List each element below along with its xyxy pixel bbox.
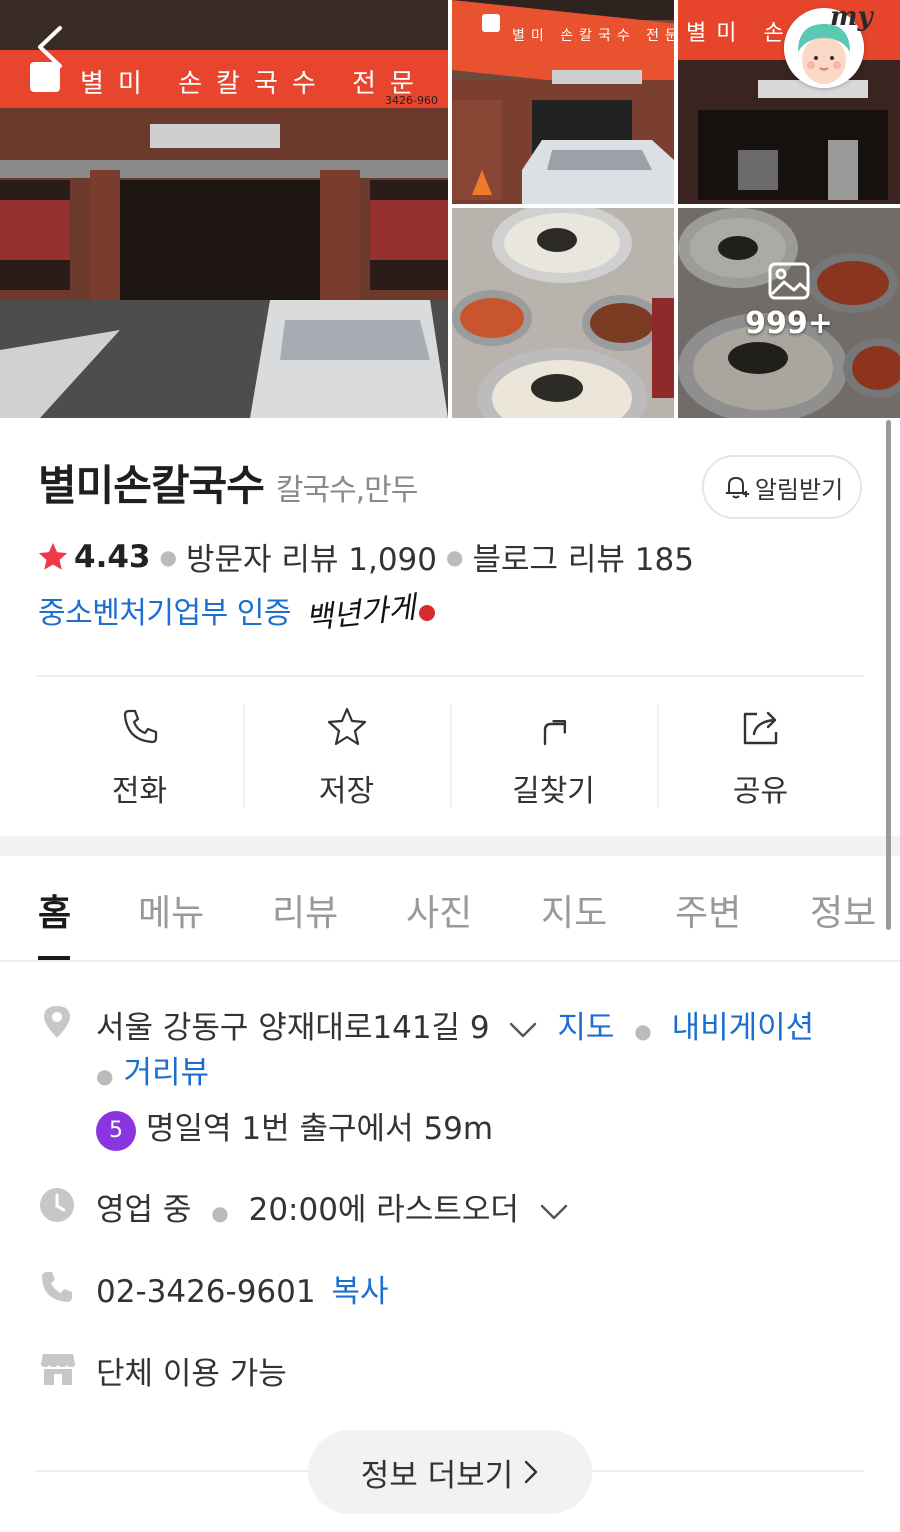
svg-text:별미 손칼국수 전문: 별미 손칼국수 전문 <box>512 28 674 44</box>
more-info-label: 정보 더보기 <box>360 1457 514 1494</box>
more-info-button[interactable]: 정보 더보기 <box>308 1430 592 1514</box>
address-text[interactable]: 서울 강동구 양재대로141길 9 <box>96 1010 490 1046</box>
call-label: 전화 <box>111 774 168 809</box>
store-icon <box>41 1354 75 1385</box>
tab-info[interactable]: 정보 <box>810 884 876 936</box>
section-gap <box>0 836 900 856</box>
group-use-text: 단체 이용 가능 <box>96 1356 287 1392</box>
save-button[interactable]: 저장 <box>243 700 450 810</box>
bell-plus-icon <box>725 476 749 499</box>
tab-bar: 홈 메뉴 리뷰 사진 지도 주변 정보 <box>0 856 900 962</box>
chevron-right-icon <box>525 1460 538 1484</box>
tab-map[interactable]: 지도 <box>541 884 607 936</box>
map-link[interactable]: 지도 <box>557 1010 614 1046</box>
address-row: 서울 강동구 양재대로141길 9 지도 ● 내비게이션 <box>96 1010 815 1046</box>
blog-reviews-link[interactable]: 블로그 리뷰 185 <box>472 534 693 579</box>
alarm-label: 알림받기 <box>754 475 844 504</box>
action-bar: 전화 저장 길찾기 공유 <box>36 700 864 810</box>
active-tab-indicator <box>38 956 70 960</box>
star-rating-icon <box>38 542 68 570</box>
my-label: my <box>830 2 873 32</box>
hours-status: 영업 중 <box>96 1192 192 1228</box>
photo-count: 999+ <box>745 306 833 341</box>
svg-text:3426-960: 3426-960 <box>385 94 438 107</box>
chevron-down-icon[interactable] <box>508 1020 538 1040</box>
image-icon <box>768 262 810 300</box>
copy-phone-link[interactable]: 복사 <box>331 1274 388 1310</box>
seal-icon <box>419 605 436 621</box>
share-label: 공유 <box>732 774 789 809</box>
phone-number[interactable]: 02-3426-9601 <box>96 1274 316 1310</box>
scrollbar[interactable] <box>886 420 891 930</box>
star-icon <box>327 707 366 746</box>
streetview-row: ● 거리뷰 <box>96 1055 210 1091</box>
certification-signature: 백년가게 <box>303 590 418 637</box>
rating-score: 4.43 <box>74 538 151 575</box>
share-icon <box>743 711 777 745</box>
tab-nearby[interactable]: 주변 <box>675 884 741 936</box>
phone-icon <box>42 1272 72 1302</box>
directions-label: 길찾기 <box>512 774 595 809</box>
directions-icon <box>543 719 566 746</box>
subway-row: 5 명일역 1번 출구에서 59m <box>96 1103 493 1151</box>
store-category: 칼국수,만두 <box>275 473 419 508</box>
clock-icon <box>40 1188 74 1222</box>
photo-count-overlay[interactable]: 999+ <box>678 262 900 341</box>
tab-photo[interactable]: 사진 <box>406 884 472 936</box>
store-name: 별미손칼국수 <box>38 461 265 510</box>
share-button[interactable]: 공유 <box>657 700 864 810</box>
tab-home[interactable]: 홈 <box>38 884 71 936</box>
rating-row: 4.43 ● 방문자 리뷰 1,090 ● 블로그 리뷰 185 <box>36 534 694 579</box>
subway-line-badge: 5 <box>96 1110 136 1151</box>
svg-text:별미 손: 별미 손 <box>686 21 794 46</box>
hours-row[interactable]: 영업 중 ● 20:00에 라스트오더 <box>96 1184 569 1229</box>
food-photo[interactable] <box>452 208 674 418</box>
phone-icon <box>123 709 157 744</box>
store-title-row: 별미손칼국수 칼국수,만두 <box>38 452 419 513</box>
streetview-link[interactable]: 거리뷰 <box>123 1055 209 1091</box>
visitor-reviews-link[interactable]: 방문자 리뷰 1,090 <box>186 534 437 579</box>
navigation-link[interactable]: 내비게이션 <box>672 1010 815 1046</box>
save-label: 저장 <box>318 774 375 809</box>
tab-menu[interactable]: 메뉴 <box>138 884 204 936</box>
certification-row[interactable]: 중소벤처기업부 인증 백년가게 <box>38 588 436 637</box>
call-button[interactable]: 전화 <box>36 700 243 810</box>
location-pin-icon <box>44 1006 70 1038</box>
subway-text: 명일역 1번 출구에서 59m <box>146 1111 494 1147</box>
directions-button[interactable]: 길찾기 <box>450 700 657 810</box>
alarm-subscribe-button[interactable]: 알림받기 <box>702 455 862 519</box>
chevron-left-icon <box>38 26 62 68</box>
chevron-down-icon[interactable] <box>539 1202 569 1222</box>
hours-last-order: 20:00에 라스트오더 <box>248 1192 519 1228</box>
phone-row: 02-3426-9601 복사 <box>96 1266 389 1311</box>
photo-gallery[interactable]: 별미 손칼국수 전문 3426-960 별미 손칼국수 전문 별미 손 my 9… <box>0 0 900 418</box>
tab-review[interactable]: 리뷰 <box>272 884 338 936</box>
certification-text: 중소벤처기업부 인증 <box>38 596 291 631</box>
storefront-photo-2[interactable]: 별미 손칼국수 전문 <box>452 0 674 204</box>
divider <box>36 675 864 677</box>
back-button[interactable] <box>30 22 74 72</box>
svg-text:별미 손칼국수 전문: 별미 손칼국수 전문 <box>80 69 428 99</box>
